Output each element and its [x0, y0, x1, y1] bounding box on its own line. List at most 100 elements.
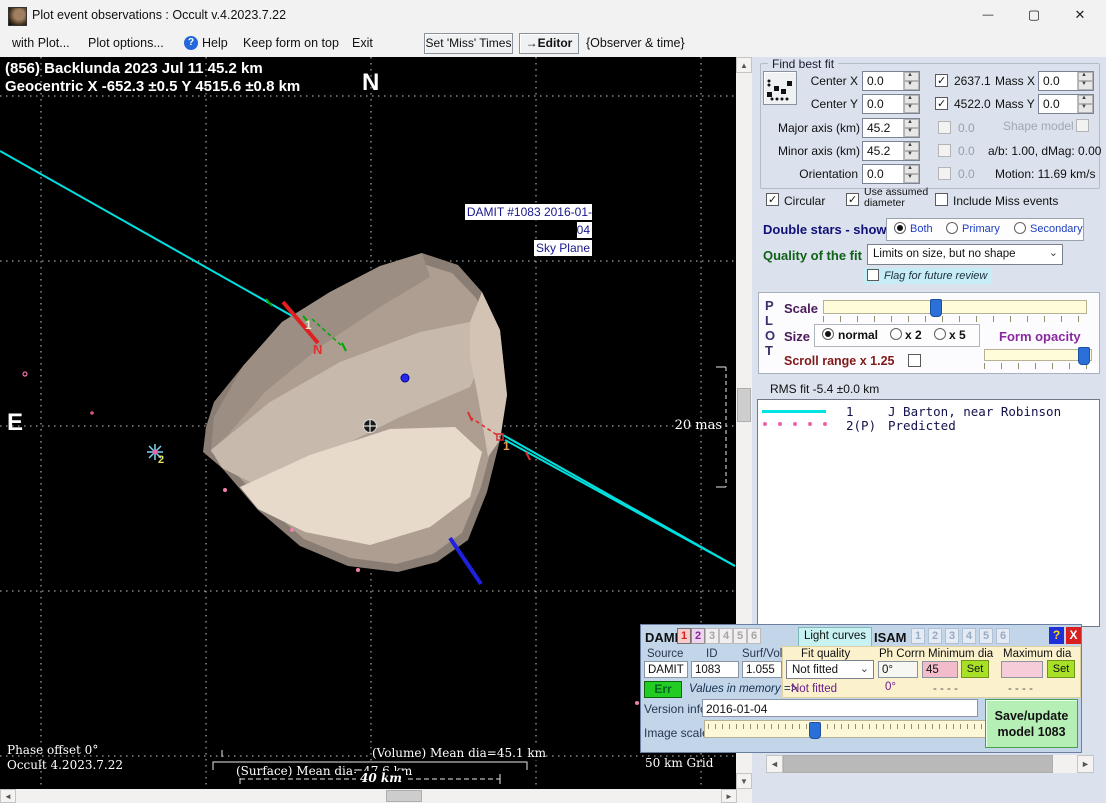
minimize-button[interactable]: —	[965, 0, 1011, 30]
plot-hscroll-thumb[interactable]	[386, 790, 422, 802]
major-axis-spinner[interactable]: 45.2	[862, 118, 920, 138]
size-x5-radio[interactable]	[934, 328, 946, 340]
id-value[interactable]: 1083	[691, 661, 739, 678]
image-scale-slider[interactable]	[704, 720, 1022, 738]
flag-review-checkbox[interactable]	[867, 269, 879, 281]
double-stars-primary-label[interactable]: Primary	[962, 223, 1000, 235]
quality-of-fit-value: Limits on size, but no shape	[873, 248, 1016, 260]
ph-corrn-value[interactable]: 0°	[878, 661, 918, 678]
scroll-down-icon[interactable]: ▼	[736, 773, 752, 789]
damit-tab-5[interactable]: 5	[733, 628, 747, 644]
scale-slider[interactable]	[823, 300, 1087, 314]
double-stars-both-radio[interactable]	[894, 222, 906, 234]
y-fit-checkbox[interactable]	[935, 97, 948, 110]
fit-quality-dropdown[interactable]: Not fitted ⌄	[786, 660, 874, 679]
spinner-arrows[interactable]	[903, 165, 919, 183]
spinner-arrows[interactable]	[1077, 95, 1093, 113]
damit-tab-4[interactable]: 4	[719, 628, 733, 644]
version-info-value[interactable]: 2016-01-04	[702, 699, 978, 717]
maximize-button[interactable]: ▢	[1011, 0, 1057, 30]
double-stars-primary-radio[interactable]	[946, 222, 958, 234]
set-min-dia-button[interactable]: Set	[961, 660, 989, 678]
double-stars-secondary-label[interactable]: Secondary	[1030, 223, 1083, 235]
scroll-up-icon[interactable]: ▲	[736, 57, 752, 73]
sky-plane-plot[interactable]: (856) Backlunda 2023 Jul 11 45.2 km Geoc…	[0, 57, 736, 789]
save-update-model-button[interactable]: Save/update model 1083	[985, 699, 1078, 748]
menu-plot-options[interactable]: Plot options...	[88, 36, 164, 50]
set-miss-times-button[interactable]: Set 'Miss' Times	[424, 33, 513, 54]
scroll-right-icon[interactable]: ►	[1077, 755, 1094, 773]
circular-checkbox[interactable]	[766, 193, 779, 206]
help-button[interactable]: ?	[1049, 627, 1064, 644]
find-best-fit-icon-button[interactable]	[763, 71, 797, 105]
menu-keep-on-top[interactable]: Keep form on top	[243, 36, 339, 50]
set-max-dia-button[interactable]: Set	[1047, 660, 1075, 678]
orientation-value[interactable]: 0.0	[863, 165, 903, 183]
x-fit-checkbox[interactable]	[935, 74, 948, 87]
spinner-arrows[interactable]	[1077, 72, 1093, 90]
damit-tab-6[interactable]: 6	[747, 628, 761, 644]
orientation-spinner[interactable]: 0.0	[862, 164, 920, 184]
spinner-arrows[interactable]	[903, 119, 919, 137]
shape-model-label: Shape model	[1003, 119, 1074, 133]
scatter-fit-icon	[767, 79, 792, 101]
damit-tab-1[interactable]: 1	[677, 628, 691, 644]
isam-tab-2[interactable]: 2	[928, 628, 942, 644]
minor-axis-value[interactable]: 45.2	[863, 142, 903, 160]
use-assumed-checkbox[interactable]	[846, 193, 859, 206]
scroll-left-icon[interactable]: ◄	[0, 789, 16, 803]
close-panel-button[interactable]: X	[1066, 627, 1081, 644]
close-button[interactable]: ✕	[1057, 0, 1103, 30]
isam-tab-4[interactable]: 4	[962, 628, 976, 644]
major-axis-value[interactable]: 45.2	[863, 119, 903, 137]
image-scale-thumb[interactable]	[809, 722, 821, 739]
center-y-spinner[interactable]: 0.0	[862, 94, 920, 114]
damit-tab-3[interactable]: 3	[705, 628, 719, 644]
menu-with-plot[interactable]: with Plot...	[12, 36, 70, 50]
spinner-arrows[interactable]	[903, 72, 919, 90]
light-curves-button[interactable]: Light curves	[798, 627, 872, 647]
help-icon[interactable]: ?	[184, 36, 198, 50]
double-stars-secondary-radio[interactable]	[1014, 222, 1026, 234]
scroll-left-icon[interactable]: ◄	[766, 755, 783, 773]
mass-x-value[interactable]: 0.0	[1039, 72, 1077, 90]
quality-of-fit-dropdown[interactable]: Limits on size, but no shape ⌄	[867, 244, 1063, 265]
mass-y-spinner[interactable]: 0.0	[1038, 94, 1094, 114]
mass-y-value[interactable]: 0.0	[1039, 95, 1077, 113]
form-opacity-thumb[interactable]	[1078, 347, 1090, 365]
double-stars-both-label[interactable]: Both	[910, 223, 933, 235]
mass-x-spinner[interactable]: 0.0	[1038, 71, 1094, 91]
size-x2-radio[interactable]	[890, 328, 902, 340]
center-x-spinner[interactable]: 0.0	[862, 71, 920, 91]
max-dia-value[interactable]	[1001, 661, 1043, 678]
scale-slider-thumb[interactable]	[930, 299, 942, 317]
menu-exit[interactable]: Exit	[352, 36, 373, 50]
damit-tab-2[interactable]: 2	[691, 628, 705, 644]
isam-tab-3[interactable]: 3	[945, 628, 959, 644]
menu-bar: with Plot... Plot options... ? Help Keep…	[0, 30, 1106, 58]
panel-scroll-thumb[interactable]	[783, 755, 1053, 773]
center-x-value[interactable]: 0.0	[863, 72, 903, 90]
min-dia-value[interactable]: 45	[922, 661, 958, 678]
form-opacity-slider[interactable]	[984, 349, 1092, 361]
menu-help[interactable]: Help	[202, 36, 228, 50]
plot-horizontal-scrollbar[interactable]: ◄ ►	[0, 789, 752, 803]
size-normal-label[interactable]: normal	[838, 328, 878, 342]
center-y-value[interactable]: 0.0	[863, 95, 903, 113]
include-miss-checkbox[interactable]	[935, 193, 948, 206]
scroll-right-icon[interactable]: ►	[721, 789, 737, 803]
minor-axis-spinner[interactable]: 45.2	[862, 141, 920, 161]
panel-horizontal-scrollbar[interactable]: ◄ ►	[766, 755, 1094, 773]
scroll-range-checkbox[interactable]	[908, 354, 921, 367]
size-x5-label[interactable]: x 5	[949, 328, 966, 342]
err-button[interactable]: Err	[644, 681, 682, 698]
editor-button[interactable]: →Editor	[519, 33, 579, 54]
size-normal-radio[interactable]	[822, 328, 834, 340]
vertical-scroll-thumb[interactable]	[737, 388, 751, 422]
isam-tab-6[interactable]: 6	[996, 628, 1010, 644]
spinner-arrows[interactable]	[903, 95, 919, 113]
spinner-arrows[interactable]	[903, 142, 919, 160]
isam-tab-5[interactable]: 5	[979, 628, 993, 644]
isam-tab-1[interactable]: 1	[911, 628, 925, 644]
size-x2-label[interactable]: x 2	[905, 328, 922, 342]
